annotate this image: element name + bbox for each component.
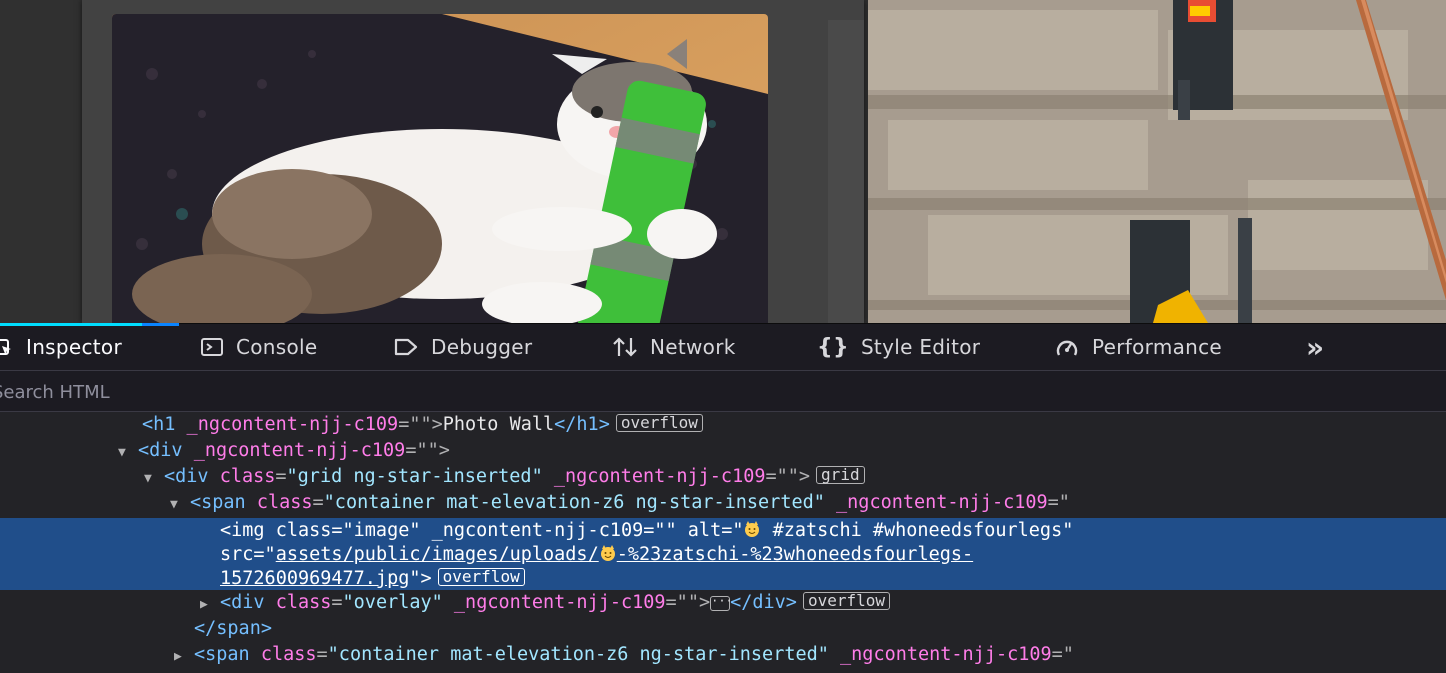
tab-style-editor-label: Style Editor bbox=[860, 335, 981, 359]
node-div-overlay[interactable]: <div class="overlay" _ngcontent-njj-c109… bbox=[220, 590, 890, 616]
style-editor-icon: {} bbox=[817, 334, 849, 360]
collapse-twisty-icon[interactable]: ▶ bbox=[200, 597, 208, 612]
cat-emoji-icon bbox=[743, 520, 761, 541]
performance-icon bbox=[1054, 335, 1080, 359]
tab-network[interactable]: Network bbox=[612, 324, 736, 370]
tab-debugger[interactable]: Debugger bbox=[393, 324, 532, 370]
expand-twisty-icon[interactable]: ▼ bbox=[170, 497, 178, 512]
cat-emoji-icon bbox=[599, 544, 617, 565]
node-div-grid[interactable]: <div class="grid ng-star-inserted" _ngco… bbox=[164, 464, 865, 490]
node-h1[interactable]: <h1 _ngcontent-njj-c109="">Photo Wall</h… bbox=[142, 412, 703, 438]
overflow-badge[interactable]: overflow bbox=[437, 568, 525, 586]
node-div[interactable]: <div _ngcontent-njj-c109=""> bbox=[138, 438, 450, 464]
search-html-input[interactable] bbox=[0, 376, 594, 408]
markup-tree[interactable]: <h1 _ngcontent-njj-c109="">Photo Wall</h… bbox=[0, 412, 1446, 673]
tab-performance[interactable]: Performance bbox=[1054, 324, 1222, 370]
page-gutter bbox=[0, 0, 82, 323]
tab-inspector[interactable]: Inspector bbox=[0, 323, 142, 370]
overflow-badge[interactable]: overflow bbox=[615, 414, 703, 432]
inspector-icon bbox=[0, 335, 14, 359]
image-src-link[interactable]: assets/public/images/uploads/-%23zatschi… bbox=[276, 544, 973, 565]
expand-twisty-icon[interactable]: ▼ bbox=[144, 471, 152, 486]
search-html-bar bbox=[0, 370, 1446, 412]
devtools-toolbar: Inspector Console Debugger Network {} St… bbox=[0, 323, 1446, 370]
tab-network-label: Network bbox=[650, 335, 736, 359]
tab-console[interactable]: Console bbox=[200, 324, 318, 370]
collapsed-children-ellipsis-icon[interactable]: ··· bbox=[710, 595, 733, 611]
collapse-twisty-icon[interactable]: ▶ bbox=[174, 649, 182, 664]
tab-performance-label: Performance bbox=[1092, 335, 1223, 359]
node-span-close[interactable]: </span> bbox=[194, 616, 272, 642]
tab-inspector-label: Inspector bbox=[26, 335, 122, 359]
tab-debugger-label: Debugger bbox=[431, 335, 533, 359]
cat-photo[interactable] bbox=[112, 14, 768, 323]
tab-console-label: Console bbox=[236, 335, 318, 359]
node-span-container[interactable]: <span class="container mat-elevation-z6 … bbox=[190, 490, 1070, 516]
selected-node-img[interactable]: <img class="image" _ngcontent-njj-c109="… bbox=[0, 518, 1446, 590]
web-page-viewport bbox=[0, 0, 1446, 323]
network-icon bbox=[612, 335, 638, 359]
wall-photo[interactable] bbox=[868, 0, 1446, 323]
node-span-container[interactable]: <span class="container mat-elevation-z6 … bbox=[194, 642, 1074, 668]
more-tools-chevron-icon[interactable]: » bbox=[1306, 324, 1324, 370]
expand-twisty-icon[interactable]: ▼ bbox=[118, 445, 126, 460]
overflow-badge[interactable]: overflow bbox=[802, 592, 890, 610]
card-shadow-strip bbox=[828, 20, 864, 323]
console-icon bbox=[200, 335, 224, 359]
tab-style-editor[interactable]: {} Style Editor bbox=[817, 324, 980, 370]
debugger-icon bbox=[393, 335, 419, 359]
grid-badge[interactable]: grid bbox=[816, 466, 865, 484]
image-src-link[interactable]: 1572600969477.jpg bbox=[220, 568, 409, 589]
